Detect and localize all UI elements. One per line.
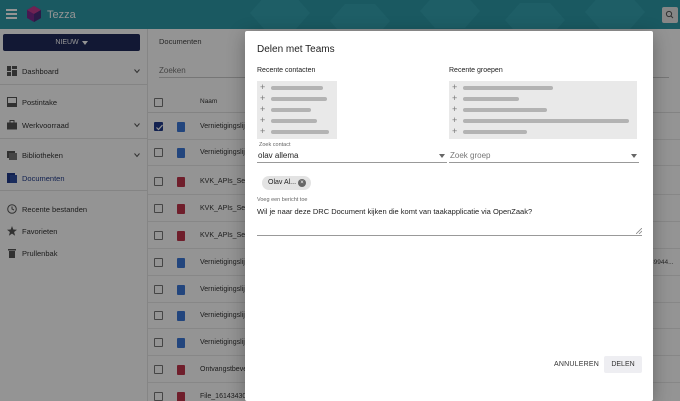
list-item[interactable]: + xyxy=(449,93,637,104)
blurred-group-name xyxy=(463,108,547,112)
plus-icon[interactable]: + xyxy=(452,115,457,126)
selected-contact-chip: Olav Al... × xyxy=(262,176,311,190)
plus-icon[interactable]: + xyxy=(260,104,265,115)
blurred-contact-name xyxy=(271,119,317,123)
group-search-placeholder: Zoek groep xyxy=(450,151,491,160)
list-item[interactable]: + xyxy=(257,126,337,137)
blurred-contact-name xyxy=(271,108,311,112)
share-button[interactable]: DELEN xyxy=(604,356,642,373)
contact-search-field[interactable]: olav allema xyxy=(257,149,447,163)
list-item[interactable]: + xyxy=(257,82,337,93)
list-item[interactable]: + xyxy=(449,104,637,115)
list-item[interactable]: + xyxy=(257,93,337,104)
blurred-group-name xyxy=(463,130,527,134)
message-label: Voeg een bericht toe xyxy=(257,197,308,203)
plus-icon[interactable]: + xyxy=(260,126,265,137)
plus-icon[interactable]: + xyxy=(452,93,457,104)
list-item[interactable]: + xyxy=(449,82,637,93)
resize-handle-icon[interactable] xyxy=(636,228,642,234)
recent-groups-label: Recente groepen xyxy=(449,67,503,74)
recent-contacts-list: + + + + + xyxy=(257,81,337,139)
contact-search-value: olav allema xyxy=(258,151,299,160)
recent-groups-list: + + + + + xyxy=(449,81,637,139)
message-text: Wil je naar deze DRC Document kijken die… xyxy=(257,207,533,216)
blurred-group-name xyxy=(463,86,553,90)
blurred-group-name xyxy=(463,119,629,123)
plus-icon[interactable]: + xyxy=(260,93,265,104)
remove-chip-icon[interactable]: × xyxy=(298,179,306,187)
blurred-contact-name xyxy=(271,97,327,101)
blurred-contact-name xyxy=(271,130,329,134)
group-search-field[interactable]: Zoek groep xyxy=(449,149,639,163)
contact-search-label: Zoek contact xyxy=(259,142,291,148)
list-item[interactable]: + xyxy=(257,104,337,115)
chip-label: Olav Al... xyxy=(268,179,297,186)
share-button-label: DELEN xyxy=(611,361,635,368)
plus-icon[interactable]: + xyxy=(452,126,457,137)
blurred-group-name xyxy=(463,97,519,101)
plus-icon[interactable]: + xyxy=(260,115,265,126)
dialog-title: Delen met Teams xyxy=(257,44,335,55)
message-textarea[interactable]: Wil je naar deze DRC Document kijken die… xyxy=(257,206,642,236)
dropdown-arrow-icon[interactable] xyxy=(439,154,445,158)
share-teams-dialog: Delen met Teams Recente contacten Recent… xyxy=(245,31,653,401)
cancel-button[interactable]: ANNULEREN xyxy=(554,361,599,368)
plus-icon[interactable]: + xyxy=(260,82,265,93)
plus-icon[interactable]: + xyxy=(452,82,457,93)
blurred-contact-name xyxy=(271,86,323,90)
list-item[interactable]: + xyxy=(449,115,637,126)
plus-icon[interactable]: + xyxy=(452,104,457,115)
list-item[interactable]: + xyxy=(257,115,337,126)
dropdown-arrow-icon[interactable] xyxy=(631,154,637,158)
list-item[interactable]: + xyxy=(449,126,637,137)
recent-contacts-label: Recente contacten xyxy=(257,67,316,74)
